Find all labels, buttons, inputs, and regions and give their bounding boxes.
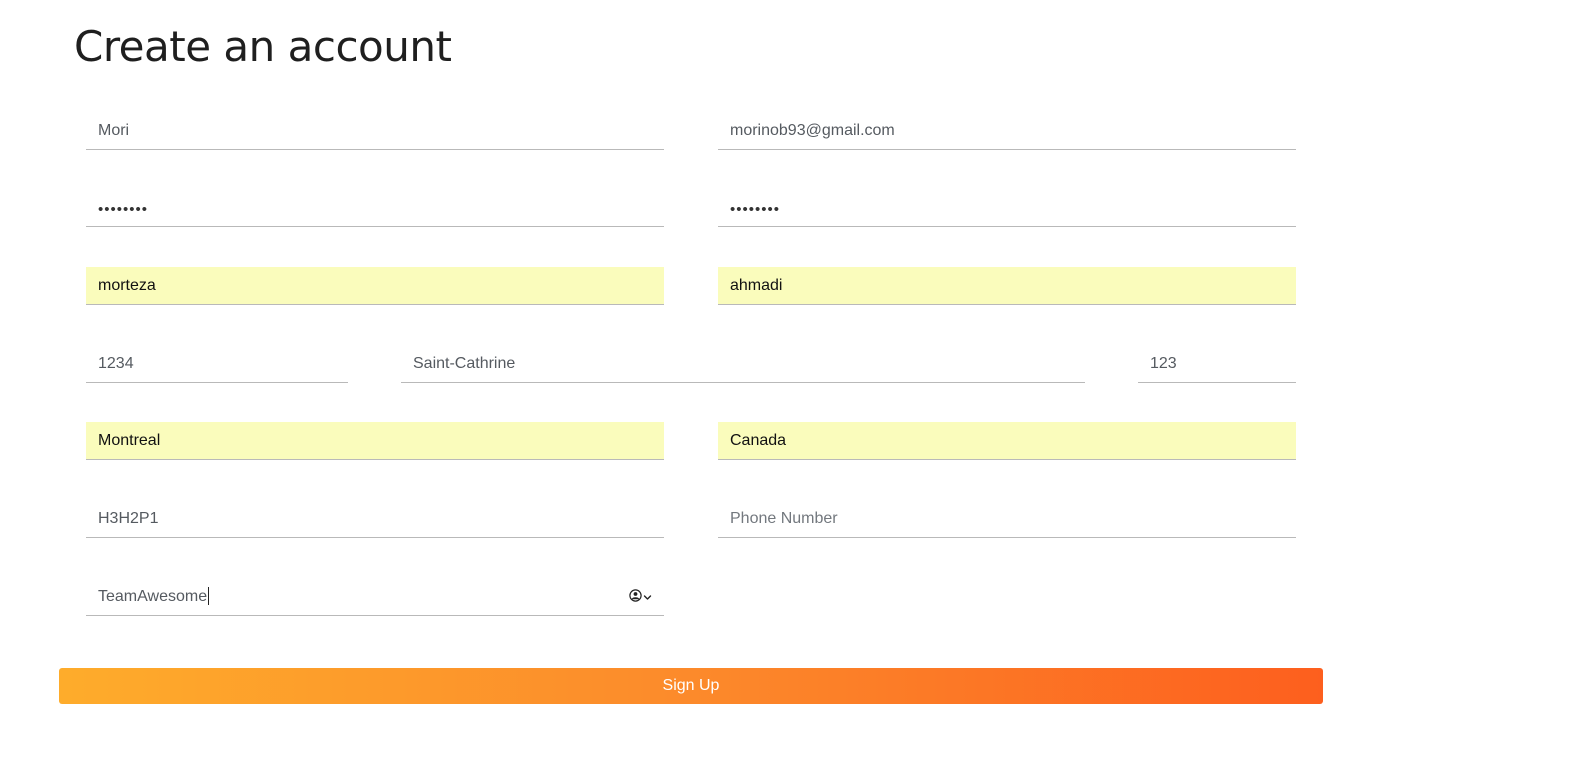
last-name-field[interactable]: ahmadi <box>718 267 1296 305</box>
country-value: Canada <box>730 431 787 449</box>
postal-code-value: H3H2P1 <box>98 509 159 527</box>
text-cursor <box>208 586 210 605</box>
page-title: Create an account <box>74 22 452 71</box>
city-value: Montreal <box>98 431 161 449</box>
confirm-password-value: •••••••• <box>730 201 781 218</box>
chevron-down-icon <box>643 589 652 607</box>
apartment-field[interactable]: 123 <box>1138 345 1296 383</box>
street-name-value: Saint-Cathrine <box>413 354 516 372</box>
first-name-field[interactable]: morteza <box>86 267 664 305</box>
first-name-value: morteza <box>98 276 156 294</box>
postal-code-field[interactable]: H3H2P1 <box>86 500 664 538</box>
email-value: morinob93@gmail.com <box>730 121 895 139</box>
city-field[interactable]: Montreal <box>86 422 664 460</box>
username-field[interactable]: Mori <box>86 112 664 150</box>
password-value: •••••••• <box>98 201 149 218</box>
username-value: Mori <box>98 121 130 139</box>
country-field[interactable]: Canada <box>718 422 1296 460</box>
team-value: TeamAwesome <box>98 587 208 605</box>
email-field[interactable]: morinob93@gmail.com <box>718 112 1296 150</box>
apartment-value: 123 <box>1150 354 1177 372</box>
team-field[interactable]: TeamAwesome <box>86 578 664 616</box>
street-number-value: 1234 <box>98 354 134 372</box>
user-circle-icon <box>629 589 642 607</box>
phone-field[interactable]: Phone Number <box>718 500 1296 538</box>
confirm-password-field[interactable]: •••••••• <box>718 189 1296 227</box>
street-name-field[interactable]: Saint-Cathrine <box>401 345 1085 383</box>
last-name-value: ahmadi <box>730 276 783 294</box>
autofill-suggestion-button[interactable] <box>629 589 652 607</box>
phone-placeholder: Phone Number <box>730 509 838 527</box>
sign-up-button[interactable]: Sign Up <box>59 668 1323 704</box>
password-field[interactable]: •••••••• <box>86 189 664 227</box>
street-number-field[interactable]: 1234 <box>86 345 348 383</box>
